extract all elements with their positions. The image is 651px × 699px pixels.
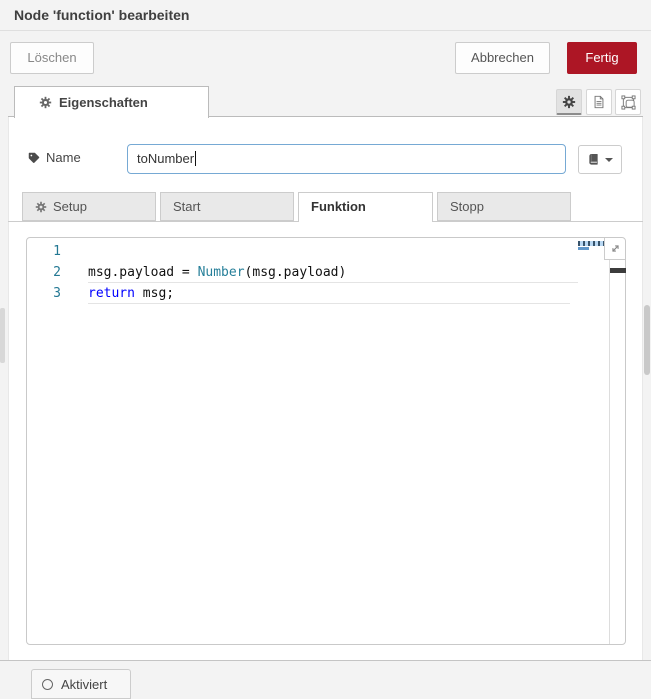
name-input-value: toNumber	[137, 151, 194, 166]
code-underline	[88, 282, 578, 283]
code-line-1[interactable]: 1	[27, 241, 625, 262]
minimap-line	[578, 247, 589, 250]
tab-setup-label: Setup	[53, 199, 87, 214]
dialog-title: Node 'function' bearbeiten	[14, 0, 189, 30]
enabled-label: Aktiviert	[61, 677, 107, 692]
code-line-2[interactable]: 2 msg.payload = Number(msg.payload)	[27, 262, 625, 283]
line-number: 2	[27, 262, 61, 283]
function-node-edit-dialog: Node 'function' bearbeiten Löschen Abbre…	[0, 0, 651, 691]
tab-funktion-label: Funktion	[311, 199, 366, 214]
node-enabled-toggle[interactable]: Aktiviert	[31, 669, 131, 699]
code-text: msg.payload = Number(msg.payload)	[88, 262, 346, 283]
code-text: return msg;	[88, 283, 174, 304]
expand-editor-button[interactable]	[604, 238, 625, 260]
tab-stopp[interactable]: Stopp	[437, 192, 571, 221]
library-button[interactable]	[578, 145, 622, 174]
line-number: 3	[27, 283, 61, 304]
expand-icon	[610, 243, 621, 254]
document-icon	[592, 95, 606, 109]
scale-icon	[621, 95, 636, 110]
tab-stopp-label: Stopp	[450, 199, 484, 214]
caret-down-icon	[605, 158, 613, 162]
minimap-line	[578, 241, 604, 246]
code-underline	[88, 303, 570, 304]
code-editor[interactable]: 1 2 msg.payload = Number(msg.payload) 3 …	[26, 237, 626, 645]
cancel-button[interactable]: Abbrechen	[455, 42, 550, 74]
editor-minimap[interactable]	[578, 241, 606, 250]
tab-eigenschaften[interactable]: Eigenschaften	[14, 86, 209, 118]
editor-scrollbar-thumb[interactable]	[610, 268, 626, 273]
right-scrollbar-thumb[interactable]	[644, 305, 650, 375]
code-line-3[interactable]: 3 return msg;	[27, 283, 625, 304]
line-number: 1	[27, 241, 61, 262]
appearance-view-button[interactable]	[615, 89, 641, 115]
tab-start-label: Start	[173, 199, 200, 214]
tab-start[interactable]: Start	[160, 192, 294, 221]
gear-icon	[35, 201, 47, 213]
name-input[interactable]: toNumber	[127, 144, 566, 174]
tab-setup[interactable]: Setup	[22, 192, 156, 221]
gear-icon	[562, 95, 576, 109]
left-scrollbar-thumb[interactable]	[0, 308, 5, 363]
tag-icon	[27, 151, 41, 165]
gear-icon	[39, 96, 52, 109]
dialog-footer: Aktiviert	[0, 660, 651, 691]
delete-button[interactable]: Löschen	[10, 42, 94, 74]
tab-eigenschaften-label: Eigenschaften	[59, 87, 148, 118]
editor-scrollbar-divider	[609, 238, 610, 644]
description-view-button[interactable]	[586, 89, 612, 115]
tab-funktion[interactable]: Funktion	[298, 192, 433, 222]
book-icon	[587, 153, 600, 166]
done-button[interactable]: Fertig	[567, 42, 637, 74]
dialog-header: Node 'function' bearbeiten	[0, 0, 651, 31]
text-cursor	[195, 151, 196, 166]
circle-icon	[42, 679, 53, 690]
properties-view-button[interactable]	[556, 89, 582, 115]
name-label: Name	[46, 150, 81, 165]
